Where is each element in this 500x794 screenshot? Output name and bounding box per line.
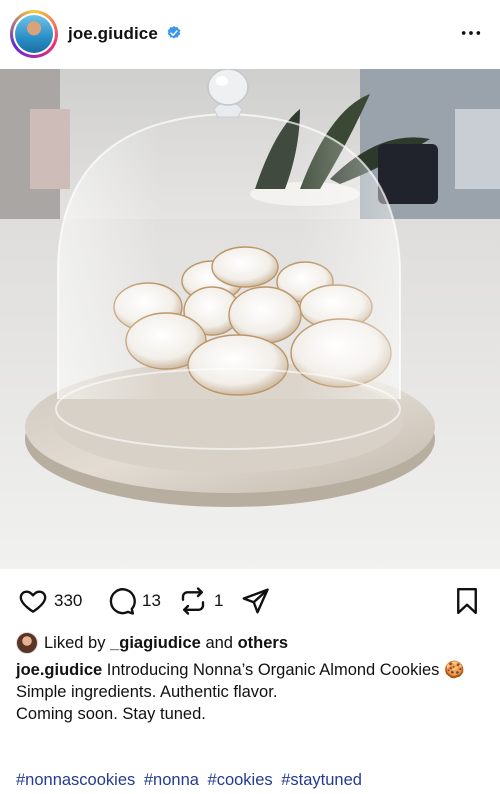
liker-username[interactable]: _giagiudice xyxy=(110,634,201,653)
repost-action[interactable]: 1 xyxy=(178,586,223,616)
caption: joe.giudice Introducing Nonna’s Organic … xyxy=(16,659,486,725)
avatar[interactable] xyxy=(13,13,55,55)
more-options-icon[interactable] xyxy=(460,22,482,44)
liked-by-line: Liked by _giagiudice and others xyxy=(16,632,288,654)
caption-line-2: Simple ingredients. Authentic flavor. xyxy=(16,683,278,701)
like-count: 330 xyxy=(54,591,83,610)
story-ring[interactable] xyxy=(10,10,58,58)
repost-icon[interactable] xyxy=(178,586,208,616)
action-bar: 330 13 1 xyxy=(0,584,500,618)
bookmark-icon[interactable] xyxy=(452,586,482,616)
hashtag-link[interactable]: #nonnascookies xyxy=(16,771,135,789)
post-username[interactable]: joe.giudice xyxy=(68,24,158,44)
comment-action[interactable]: 13 xyxy=(106,586,161,616)
liker-avatar[interactable] xyxy=(16,632,38,654)
like-action[interactable]: 330 xyxy=(18,586,82,616)
hashtag-link[interactable]: #nonna xyxy=(144,771,199,789)
liked-by-others[interactable]: others xyxy=(238,634,288,653)
send-icon[interactable] xyxy=(240,586,270,616)
caption-author[interactable]: joe.giudice xyxy=(16,661,102,679)
hashtags: #nonnascookies #nonna #cookies #staytune… xyxy=(16,771,366,790)
post-image[interactable] xyxy=(0,69,500,569)
post-header: joe.giudice xyxy=(0,0,500,68)
liked-by-connector: and xyxy=(205,633,233,652)
comment-count: 13 xyxy=(142,591,161,610)
save-action[interactable] xyxy=(452,586,482,616)
hashtag-link[interactable]: #cookies xyxy=(208,771,273,789)
repost-count: 1 xyxy=(214,591,224,610)
liked-by-prefix: Liked by xyxy=(44,633,106,652)
post-image-illustration xyxy=(0,69,500,569)
verified-badge-icon xyxy=(167,26,181,39)
avatar-image xyxy=(15,15,53,53)
share-action[interactable] xyxy=(240,586,270,616)
comment-icon[interactable] xyxy=(106,586,136,616)
heart-icon[interactable] xyxy=(18,586,48,616)
caption-line-3: Coming soon. Stay tuned. xyxy=(16,705,206,723)
hashtag-link[interactable]: #staytuned xyxy=(281,771,362,789)
caption-line-1: Introducing Nonna’s Organic Almond Cooki… xyxy=(106,661,465,679)
